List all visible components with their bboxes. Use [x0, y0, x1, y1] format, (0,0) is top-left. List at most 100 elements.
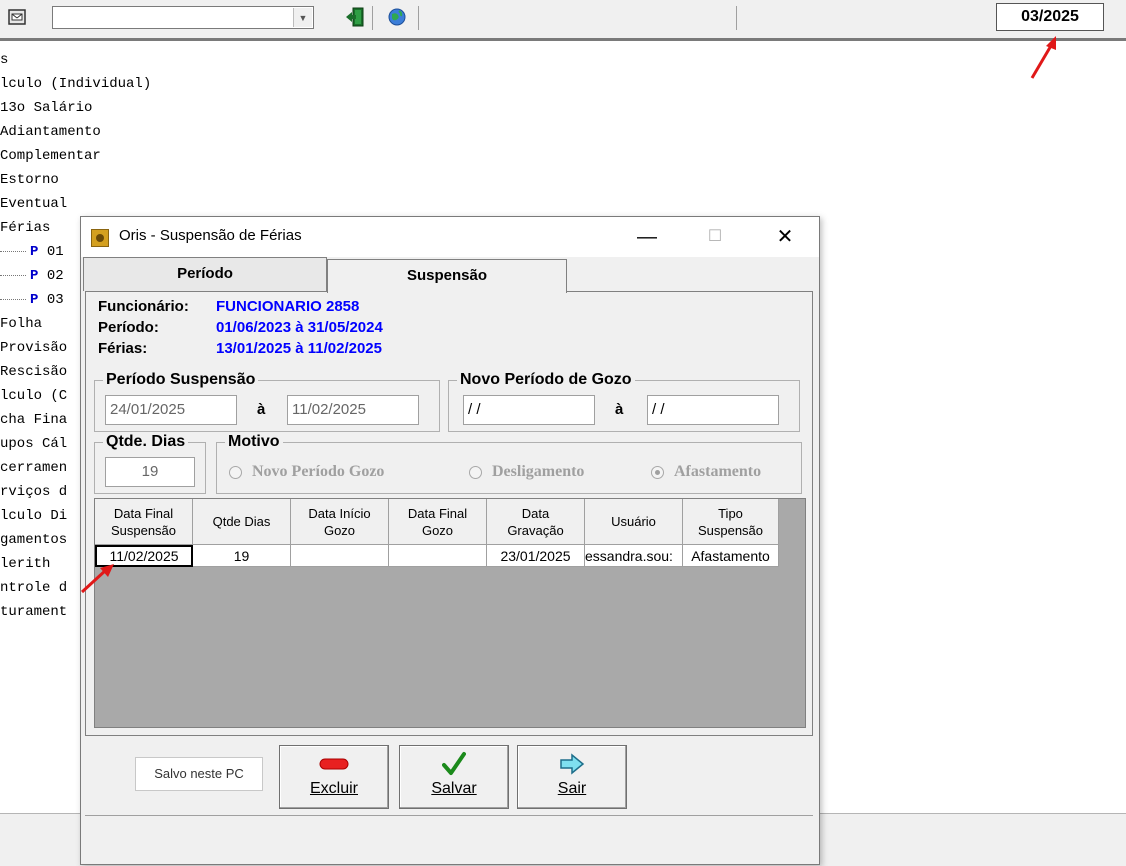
tree-item[interactable]: turament: [0, 600, 67, 624]
tree-item[interactable]: ntrole d: [0, 576, 67, 600]
module-combo[interactable]: ▼: [52, 6, 314, 29]
qtde-dias-title: Qtde. Dias: [103, 432, 189, 452]
maximize-button[interactable]: ☐: [693, 223, 737, 251]
tree-item[interactable]: Complementar: [0, 144, 101, 168]
tree-item[interactable]: lculo (C: [0, 384, 67, 408]
tree-item[interactable]: 13o Salário: [0, 96, 92, 120]
qtde-dias-field[interactable]: 19: [105, 457, 195, 487]
radio-label: Afastamento: [674, 463, 762, 480]
tree-item[interactable]: Folha: [0, 312, 42, 336]
column-header[interactable]: Qtde Dias: [193, 499, 291, 545]
tree-sub-label: 02: [46, 268, 64, 284]
red-arrow-annotation: [80, 564, 114, 594]
column-header[interactable]: Tipo Suspensão: [683, 499, 779, 545]
main-toolbar: ▼ 03/2025: [0, 0, 1126, 39]
radio-novo-periodo-gozo[interactable]: Novo Período Gozo: [229, 463, 384, 481]
tree-sub-label: 01: [46, 244, 64, 260]
salvar-button[interactable]: Salvar: [399, 745, 509, 809]
suspensao-tab-panel: Funcionário: FUNCIONARIO 2858 Período: 0…: [85, 291, 813, 736]
suspensao-fim-field[interactable]: 11/02/2025: [287, 395, 419, 425]
red-arrow-annotation: [1030, 36, 1056, 79]
novo-periodo-gozo-title: Novo Período de Gozo: [457, 370, 635, 390]
tree-item[interactable]: gamentos: [0, 528, 67, 552]
suspensao-grid: Data Final Suspensão Qtde Dias Data Iníc…: [94, 498, 806, 728]
tree-item[interactable]: s: [0, 48, 8, 72]
competencia-field[interactable]: 03/2025: [996, 3, 1104, 31]
minimize-button[interactable]: —: [625, 223, 669, 251]
radio-afastamento[interactable]: Afastamento: [651, 463, 761, 481]
tree-connector: [0, 298, 26, 300]
tree-item[interactable]: Eventual: [0, 192, 67, 216]
motivo-group: Motivo Novo Período Gozo Desligamento Af…: [216, 432, 802, 494]
tree-item[interactable]: Provisão: [0, 336, 67, 360]
periodo-suspensao-title: Período Suspensão: [103, 370, 259, 390]
funcionario-value: FUNCIONARIO 2858: [216, 298, 360, 315]
table-cell[interactable]: 23/01/2025: [487, 545, 585, 567]
tree-item[interactable]: lculo (Individual): [0, 72, 151, 96]
salvar-label: Salvar: [431, 780, 477, 797]
envelope-icon[interactable]: [6, 6, 28, 28]
tree-item[interactable]: lculo Di: [0, 504, 67, 528]
a-label: à: [615, 401, 624, 418]
ferias-value: 13/01/2025 à 11/02/2025: [216, 340, 382, 357]
table-cell[interactable]: essandra.sou:: [585, 545, 683, 567]
radio-label: Novo Período Gozo: [252, 463, 385, 480]
tree-item[interactable]: cerramen: [0, 456, 67, 480]
checkmark-icon: [400, 752, 508, 776]
dialog-title: Oris - Suspensão de Férias: [119, 227, 302, 244]
tree-badge: P: [30, 268, 39, 284]
sair-button[interactable]: Sair: [517, 745, 627, 809]
radio-label: Desligamento: [492, 463, 585, 480]
table-cell[interactable]: 19: [193, 545, 291, 567]
tree-item[interactable]: cha Fina: [0, 408, 67, 432]
table-row[interactable]: 11/02/2025 19 23/01/2025 essandra.sou: A…: [95, 545, 779, 567]
tab-periodo[interactable]: Período: [83, 257, 327, 291]
column-header[interactable]: Usuário: [585, 499, 683, 545]
a-label: à: [257, 401, 266, 418]
tree-item[interactable]: Adiantamento: [0, 120, 101, 144]
novo-gozo-fim-field[interactable]: / /: [647, 395, 779, 425]
tree-badge: P: [30, 244, 39, 260]
tree-item[interactable]: upos Cál: [0, 432, 67, 456]
column-header[interactable]: Data Início Gozo: [291, 499, 389, 545]
radio-checked-icon: [651, 465, 664, 479]
column-header[interactable]: Data Final Gozo: [389, 499, 487, 545]
close-button[interactable]: ✕: [763, 223, 807, 251]
column-header[interactable]: Data Gravação: [487, 499, 585, 545]
table-cell[interactable]: [291, 545, 389, 567]
novo-periodo-gozo-group: Novo Período de Gozo / / à / /: [448, 370, 800, 432]
radio-circle-icon: [229, 465, 242, 479]
table-cell[interactable]: Afastamento: [683, 545, 779, 567]
tree-item[interactable]: lerith: [0, 552, 50, 576]
tree-connector: [0, 274, 26, 276]
exit-door-icon[interactable]: [344, 6, 366, 28]
grid-scroll-area: [783, 499, 805, 727]
toolbar-separator: [372, 6, 373, 30]
column-header[interactable]: Data Final Suspensão: [95, 499, 193, 545]
arrow-right-icon: [518, 752, 626, 776]
tree-sub-item[interactable]: P 03: [0, 288, 64, 312]
tree-item[interactable]: Estorno: [0, 168, 59, 192]
tree-item[interactable]: Férias: [0, 216, 50, 240]
qtde-dias-group: Qtde. Dias 19: [94, 432, 206, 494]
table-cell[interactable]: [389, 545, 487, 567]
toolbar-divider: [0, 38, 1126, 41]
tree-item[interactable]: rviços d: [0, 480, 67, 504]
tab-suspensao[interactable]: Suspensão: [327, 259, 567, 293]
novo-gozo-inicio-field[interactable]: / /: [463, 395, 595, 425]
radio-desligamento[interactable]: Desligamento: [469, 463, 584, 481]
periodo-label: Período:: [98, 319, 159, 336]
dialog-titlebar[interactable]: Oris - Suspensão de Férias — ☐ ✕: [81, 217, 819, 257]
suspensao-inicio-field[interactable]: 24/01/2025: [105, 395, 237, 425]
sair-label: Sair: [557, 780, 587, 797]
globe-icon[interactable]: [386, 6, 408, 28]
periodo-value: 01/06/2023 à 31/05/2024: [216, 319, 383, 336]
suspensao-ferias-dialog: Oris - Suspensão de Férias — ☐ ✕ Período…: [80, 216, 820, 865]
ferias-label: Férias:: [98, 340, 148, 357]
excluir-button[interactable]: Excluir: [279, 745, 389, 809]
chevron-down-icon[interactable]: ▼: [293, 8, 312, 27]
funcionario-label: Funcionário:: [98, 298, 189, 315]
tree-sub-item[interactable]: P 01: [0, 240, 64, 264]
tree-item[interactable]: Rescisão: [0, 360, 67, 384]
tree-sub-item[interactable]: P 02: [0, 264, 64, 288]
